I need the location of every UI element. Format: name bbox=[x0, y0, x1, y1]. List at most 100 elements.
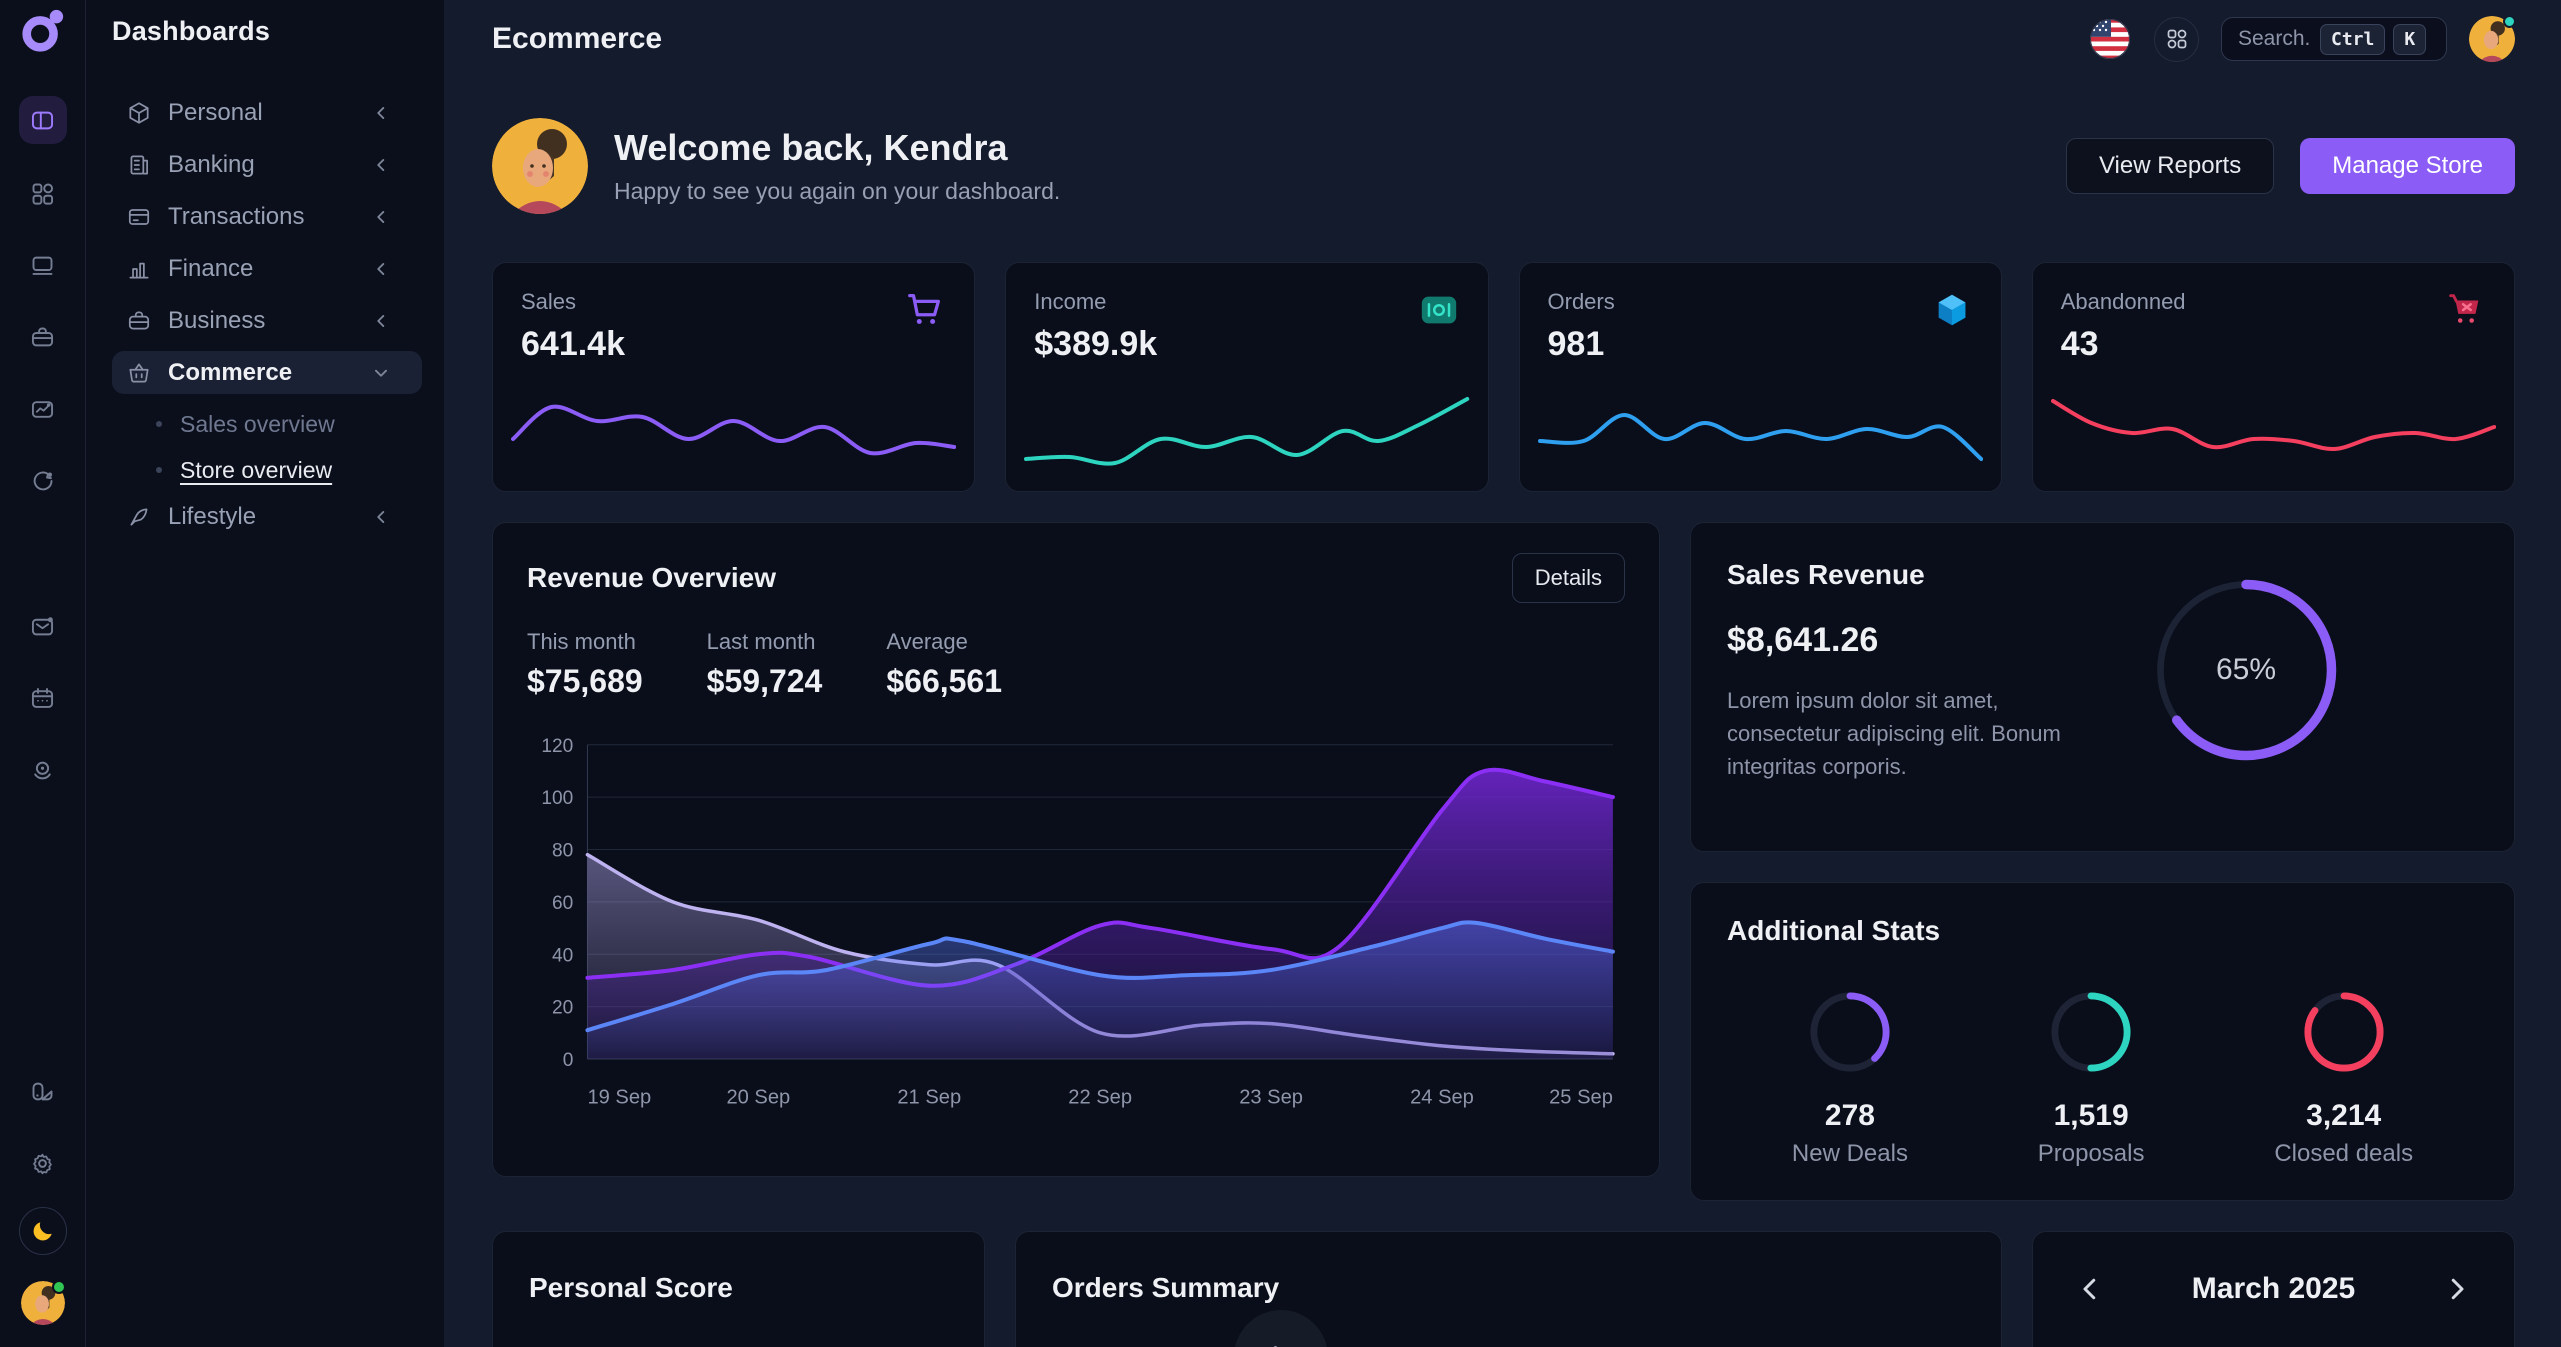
welcome-subheading: Happy to see you again on your dashboard… bbox=[614, 178, 1060, 205]
rail-item-mail[interactable] bbox=[29, 613, 56, 640]
bullet-dot bbox=[156, 467, 162, 473]
view-reports-button[interactable]: View Reports bbox=[2066, 138, 2274, 194]
sales-stat-card[interactable]: Sales 641.4k bbox=[492, 262, 975, 492]
additional-stats-title: Additional Stats bbox=[1727, 915, 2478, 947]
search-input[interactable] bbox=[2238, 27, 2312, 51]
rail-item-media[interactable] bbox=[29, 396, 56, 423]
abandonned-stat-card[interactable]: Abandonned 43 bbox=[2032, 262, 2515, 492]
stat-proposals: 1,519 Proposals bbox=[2038, 989, 2145, 1168]
orders-summary-title: Orders Summary bbox=[1052, 1272, 1965, 1304]
package-box-icon bbox=[1931, 289, 1973, 331]
sidebar-item-finance[interactable]: Finance bbox=[112, 247, 422, 290]
revenue-stat-average: Average $66,561 bbox=[886, 629, 1002, 700]
revenue-area-chart: 02040608010012019 Sep20 Sep21 Sep22 Sep2… bbox=[527, 724, 1625, 1116]
sidebar-subitem-store-overview[interactable]: Store overview bbox=[112, 449, 422, 491]
rail-item-settings[interactable] bbox=[29, 1150, 56, 1177]
stat-cards-row: Sales 641.4k Income $389.9k Orders 981 A… bbox=[492, 262, 2515, 492]
chevron-left-icon bbox=[370, 102, 392, 124]
kbd-k: K bbox=[2393, 24, 2426, 55]
stat-value: $389.9k bbox=[1034, 325, 1459, 364]
donut-percent-label: 65% bbox=[2151, 575, 2341, 765]
apps-menu-button[interactable] bbox=[2154, 17, 2199, 62]
abandonned-sparkline bbox=[2051, 381, 2496, 477]
layers-icon bbox=[29, 1078, 56, 1105]
calendar-prev-button[interactable] bbox=[2075, 1274, 2105, 1304]
online-status-dot bbox=[52, 1280, 66, 1294]
income-stat-card[interactable]: Income $389.9k bbox=[1005, 262, 1488, 492]
brand-logo-icon[interactable] bbox=[20, 8, 66, 54]
middle-row: Revenue Overview Details This month $75,… bbox=[492, 522, 2515, 1201]
welcome-heading: Welcome back, Kendra bbox=[614, 127, 1060, 169]
topbar: Ecommerce Ctrl bbox=[444, 0, 2561, 78]
cube-icon bbox=[126, 100, 152, 126]
sales-revenue-amount: $8,641.26 bbox=[1727, 621, 2478, 660]
sidebar-item-lifestyle[interactable]: Lifestyle bbox=[112, 495, 422, 538]
page-title: Ecommerce bbox=[492, 22, 662, 56]
credit-card-icon bbox=[126, 204, 152, 230]
svg-text:19 Sep: 19 Sep bbox=[587, 1086, 651, 1108]
search-box[interactable]: Ctrl K bbox=[2221, 17, 2447, 61]
briefcase-icon bbox=[126, 308, 152, 334]
svg-text:0: 0 bbox=[563, 1050, 574, 1071]
chevron-left-icon bbox=[370, 258, 392, 280]
mountain-logo-icon bbox=[1259, 1335, 1303, 1347]
revenue-stat-last-month: Last month $59,724 bbox=[707, 629, 823, 700]
sidebar-subitem-sales-overview[interactable]: Sales overview bbox=[112, 403, 422, 445]
sidebar-item-transactions[interactable]: Transactions bbox=[112, 195, 422, 238]
orders-stat-card[interactable]: Orders 981 bbox=[1519, 262, 2002, 492]
rail-item-chat[interactable] bbox=[29, 468, 56, 495]
topbar-user-avatar[interactable] bbox=[2469, 16, 2515, 62]
calendar-next-button[interactable] bbox=[2442, 1274, 2472, 1304]
additional-stats-card: Additional Stats 278 New Deals 1,519 Pro… bbox=[1690, 882, 2515, 1201]
us-flag-icon bbox=[2089, 18, 2131, 60]
svg-text:20: 20 bbox=[552, 998, 573, 1019]
svg-text:25 Sep: 25 Sep bbox=[1549, 1086, 1613, 1108]
rail-item-panels[interactable] bbox=[29, 252, 56, 279]
welcome-avatar bbox=[492, 118, 588, 214]
window-panel-icon bbox=[29, 252, 56, 279]
sidebar-item-banking[interactable]: Banking bbox=[112, 143, 422, 186]
stat-label: Orders bbox=[1548, 289, 1973, 315]
bank-icon bbox=[126, 152, 152, 178]
main-area: Ecommerce Ctrl bbox=[444, 0, 2561, 1347]
rail-item-calendar[interactable] bbox=[29, 685, 56, 712]
chevron-down-icon bbox=[370, 362, 392, 384]
cart-icon bbox=[904, 289, 946, 331]
svg-text:60: 60 bbox=[552, 893, 573, 914]
icon-rail bbox=[0, 0, 86, 1347]
chevron-left-icon bbox=[370, 310, 392, 332]
svg-text:23 Sep: 23 Sep bbox=[1239, 1086, 1303, 1108]
dark-mode-toggle[interactable] bbox=[19, 1207, 67, 1255]
rail-item-dashboards[interactable] bbox=[19, 96, 67, 144]
sidebar-item-commerce[interactable]: Commerce bbox=[112, 351, 422, 394]
rail-user-avatar[interactable] bbox=[21, 1281, 65, 1325]
feather-icon bbox=[126, 504, 152, 530]
apps-grid-icon bbox=[29, 180, 56, 207]
stat-closed-deals: 3,214 Closed deals bbox=[2274, 989, 2413, 1168]
sidebar-panel-icon bbox=[29, 107, 56, 134]
rail-item-location[interactable] bbox=[29, 757, 56, 784]
sales-revenue-card: Sales Revenue $8,641.26 Lorem ipsum dolo… bbox=[1690, 522, 2515, 852]
calendar-month-label: March 2025 bbox=[2192, 1272, 2355, 1306]
stat-label: Abandonned bbox=[2061, 289, 2486, 315]
sales-revenue-title: Sales Revenue bbox=[1727, 559, 2478, 591]
welcome-banner: Welcome back, Kendra Happy to see you ag… bbox=[492, 118, 2515, 214]
rail-item-business[interactable] bbox=[29, 324, 56, 351]
language-flag-button[interactable] bbox=[2087, 17, 2132, 62]
manage-store-button[interactable]: Manage Store bbox=[2300, 138, 2515, 194]
briefcase-icon bbox=[29, 324, 56, 351]
chat-bubble-icon bbox=[29, 468, 56, 495]
sales-revenue-donut: 65% bbox=[2151, 575, 2341, 765]
sidebar-item-business[interactable]: Business bbox=[112, 299, 422, 342]
location-pin-icon bbox=[29, 757, 56, 784]
chevron-left-icon bbox=[370, 206, 392, 228]
details-button[interactable]: Details bbox=[1512, 553, 1625, 603]
rail-item-components[interactable] bbox=[29, 1078, 56, 1105]
stat-label: Sales bbox=[521, 289, 946, 315]
rail-item-apps[interactable] bbox=[29, 180, 56, 207]
chevron-left-icon bbox=[370, 506, 392, 528]
content: Welcome back, Kendra Happy to see you ag… bbox=[444, 78, 2561, 1347]
moon-icon bbox=[30, 1218, 56, 1244]
sales-revenue-description: Lorem ipsum dolor sit amet, consectetur … bbox=[1727, 684, 2067, 783]
sidebar-item-personal[interactable]: Personal bbox=[112, 91, 422, 134]
